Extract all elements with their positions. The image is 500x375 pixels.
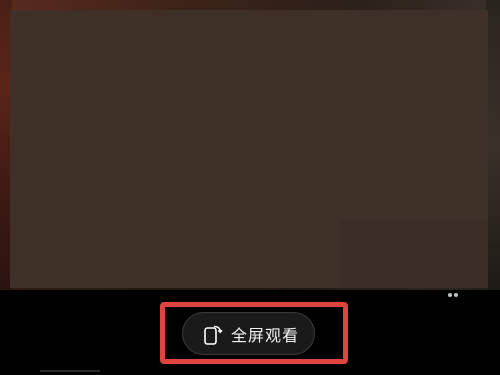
- rotate-phone-icon: [203, 323, 223, 345]
- fullscreen-watch-button[interactable]: 全屏观看: [182, 312, 315, 355]
- fullscreen-watch-label: 全屏观看: [231, 325, 300, 345]
- video-player[interactable]: [0, 0, 500, 290]
- redacted-video-content-corner: [340, 220, 488, 288]
- more-dots-icon[interactable]: [448, 282, 466, 297]
- video-frame-right: [486, 0, 500, 290]
- bottom-divider: [40, 370, 100, 372]
